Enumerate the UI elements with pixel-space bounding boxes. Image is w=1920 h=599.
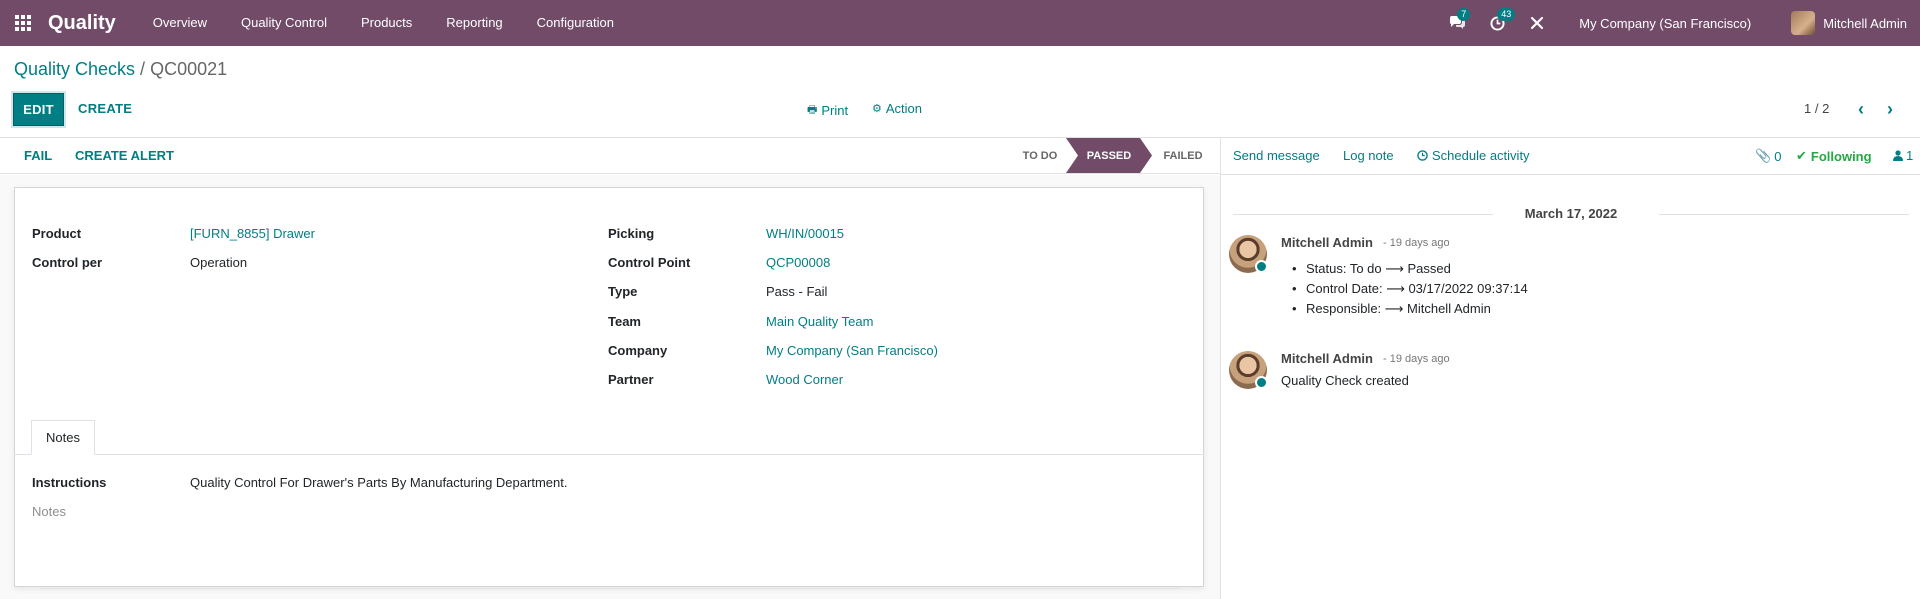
- create-alert-button[interactable]: CREATE ALERT: [75, 148, 174, 163]
- stage-failed[interactable]: FAILED: [1156, 138, 1210, 173]
- menu-products[interactable]: Products: [344, 0, 429, 46]
- wrench-icon: [1531, 16, 1544, 30]
- messages-systray[interactable]: 7: [1441, 0, 1473, 46]
- attachments-count: 0: [1774, 148, 1782, 164]
- breadcrumb: Quality Checks / QC00021: [14, 59, 227, 80]
- type-label: Type: [608, 284, 638, 299]
- menu-configuration[interactable]: Configuration: [520, 0, 631, 46]
- menu-overview[interactable]: Overview: [136, 0, 224, 46]
- menu-reporting[interactable]: Reporting: [429, 0, 519, 46]
- apps-grid-icon[interactable]: [0, 0, 46, 46]
- schedule-activity-label: Schedule activity: [1432, 148, 1530, 163]
- message-tracking: Mitchell Admin - 19 days ago Status: To …: [1229, 235, 1909, 325]
- messages-count-badge: 7: [1457, 8, 1471, 21]
- stage-passed[interactable]: PASSED: [1066, 138, 1152, 173]
- tracking-status: Status: To do ⟶ Passed: [1292, 259, 1528, 279]
- tab-notes[interactable]: Notes: [31, 420, 95, 455]
- message-date: - 19 days ago: [1383, 237, 1450, 249]
- top-navbar: Quality Overview Quality Control Product…: [0, 0, 1920, 46]
- activities-systray[interactable]: 43: [1481, 0, 1516, 46]
- log-note-button[interactable]: Log note: [1343, 148, 1394, 163]
- user-icon: [1893, 150, 1903, 161]
- control-point-field[interactable]: QCP00008: [766, 255, 830, 270]
- online-status-icon: [1255, 376, 1268, 389]
- fail-button[interactable]: FAIL: [24, 148, 52, 163]
- partner-label: Partner: [608, 372, 654, 387]
- control-per-label: Control per: [32, 255, 103, 270]
- breadcrumb-current: QC00021: [150, 59, 228, 79]
- picking-label: Picking: [608, 226, 655, 241]
- stage-to-do[interactable]: TO DO: [1014, 138, 1066, 173]
- printer-icon: 🖶: [807, 104, 818, 116]
- company-switcher[interactable]: My Company (San Francisco): [1579, 16, 1751, 31]
- print-label: Print: [821, 103, 849, 118]
- sheet-bottom-edge: [40, 588, 1180, 594]
- menu-quality-control[interactable]: Quality Control: [224, 0, 344, 46]
- message-body: Quality Check created: [1281, 373, 1409, 388]
- tracking-list: Status: To do ⟶ Passed Control Date: ⟶ 0…: [1292, 259, 1528, 319]
- message-author[interactable]: Mitchell Admin: [1281, 351, 1373, 366]
- pager-previous-button[interactable]: ‹: [1858, 99, 1864, 120]
- tracking-responsible: Responsible: ⟶ Mitchell Admin: [1292, 299, 1528, 319]
- paperclip-icon: 📎: [1755, 148, 1772, 163]
- online-status-icon: [1255, 260, 1268, 273]
- action-label: Action: [885, 101, 923, 116]
- followers-count: 1: [1906, 148, 1914, 163]
- send-message-button[interactable]: Send message: [1233, 148, 1320, 163]
- clock-icon: [1417, 150, 1428, 161]
- systray: 7 43 My Company (San Francisco) Mitchell…: [1437, 0, 1920, 46]
- team-label: Team: [608, 314, 641, 329]
- print-dropdown[interactable]: 🖶 Print: [807, 101, 848, 120]
- control-point-label: Control Point: [608, 255, 691, 270]
- following-label: Following: [1810, 148, 1872, 164]
- product-label: Product: [32, 226, 82, 241]
- picking-field[interactable]: WH/IN/00015: [766, 226, 844, 241]
- type-field[interactable]: Pass - Fail: [766, 284, 827, 299]
- date-separator-label: March 17, 2022: [1524, 206, 1618, 221]
- notes-field[interactable]: Notes: [32, 504, 66, 519]
- instructions-label: Instructions: [32, 475, 107, 490]
- activities-count-badge: 43: [1497, 8, 1516, 21]
- action-dropdown[interactable]: ⚙ Action: [872, 101, 922, 116]
- pager-next-button[interactable]: ›: [1887, 99, 1893, 120]
- message-date: - 19 days ago: [1383, 353, 1450, 365]
- gear-icon: ⚙: [872, 103, 882, 115]
- user-menu[interactable]: Mitchell Admin: [1823, 16, 1907, 31]
- chevron-right-icon: ›: [1887, 99, 1893, 119]
- stage-passed-label: PASSED: [1086, 149, 1132, 162]
- date-separator: March 17, 2022: [1221, 205, 1920, 223]
- partner-field[interactable]: Wood Corner: [766, 372, 843, 387]
- product-field[interactable]: [FURN_8855] Drawer: [190, 226, 315, 241]
- attachments-button[interactable]: 📎 0: [1755, 148, 1781, 164]
- message-author[interactable]: Mitchell Admin: [1281, 235, 1373, 250]
- company-label: Company: [608, 343, 668, 358]
- message-created: Mitchell Admin - 19 days ago Quality Che…: [1229, 351, 1909, 396]
- following-button[interactable]: ✔ Following: [1796, 148, 1872, 164]
- tracking-control-date: Control Date: ⟶ 03/17/2022 09:37:14: [1292, 279, 1528, 299]
- control-per-field[interactable]: Operation: [190, 255, 247, 270]
- form-statusbar: FAIL CREATE ALERT TO DO PASSED FAILED: [0, 138, 1220, 174]
- breadcrumb-parent[interactable]: Quality Checks: [14, 59, 135, 79]
- form-sheet: [14, 187, 1204, 587]
- breadcrumb-separator: /: [135, 59, 151, 79]
- user-avatar[interactable]: [1791, 11, 1816, 35]
- chatter-panel: Send message Log note Schedule activity …: [1220, 138, 1920, 599]
- edit-button[interactable]: EDIT: [13, 93, 64, 126]
- pager-value[interactable]: 1 / 2: [1804, 101, 1829, 116]
- chevron-left-icon: ‹: [1858, 99, 1864, 119]
- notebook-tab-line: [14, 454, 1204, 455]
- create-button[interactable]: CREATE: [78, 101, 132, 116]
- instructions-field[interactable]: Quality Control For Drawer's Parts By Ma…: [190, 475, 567, 490]
- followers-button[interactable]: 1: [1893, 148, 1913, 163]
- team-field[interactable]: Main Quality Team: [766, 314, 873, 329]
- debug-systray[interactable]: [1521, 0, 1553, 46]
- chatter-topbar-divider: [1221, 174, 1920, 175]
- schedule-activity-button[interactable]: Schedule activity: [1417, 148, 1530, 163]
- check-icon: ✔: [1796, 148, 1807, 163]
- company-field[interactable]: My Company (San Francisco): [766, 343, 938, 358]
- app-name[interactable]: Quality: [48, 12, 116, 35]
